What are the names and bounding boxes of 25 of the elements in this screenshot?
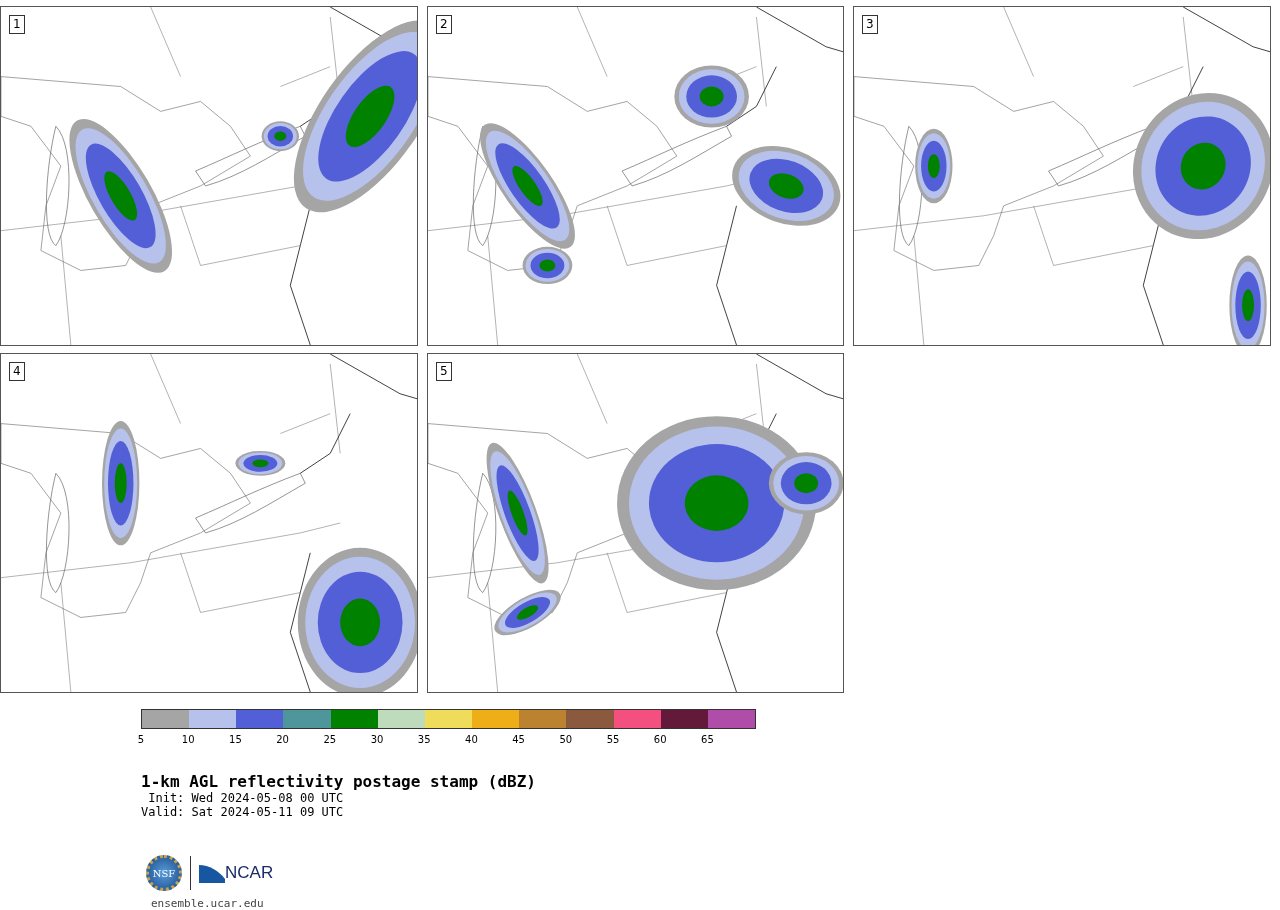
scale-tick-label: 50	[559, 734, 573, 745]
scale-tick-label: 15	[229, 734, 242, 745]
valid-time: Valid: Sat 2024-05-11 09 UTC	[141, 805, 345, 819]
ncar-logo: NCAR	[225, 863, 274, 883]
scale-tick-label: 5	[137, 734, 145, 745]
chart-title: 1-km AGL reflectivity postage stamp (dBZ)	[141, 773, 537, 791]
panel-number: 3	[862, 15, 878, 34]
scale-tick-label: 65	[701, 734, 714, 745]
scale-tick-label: 25	[323, 734, 337, 745]
panel-number: 5	[436, 362, 452, 381]
panel-number: 1	[9, 15, 25, 34]
scale-tick-label: 55	[606, 734, 620, 745]
swoosh-icon	[199, 863, 225, 883]
scale-tick-label: 10	[181, 734, 195, 745]
scale-tick-label: 45	[512, 734, 525, 745]
scale-tick-label: 60	[653, 734, 667, 745]
scale-tick-label: 20	[276, 734, 289, 745]
scale-tick-label: 40	[465, 734, 478, 745]
nsf-logo: NSF	[146, 855, 182, 891]
scale-tick-label: 30	[370, 734, 384, 745]
panel-number: 2	[436, 15, 452, 34]
init-time: Init: Wed 2024-05-08 00 UTC	[147, 791, 345, 805]
site-address: ensemble.ucar.edu	[151, 897, 265, 910]
panel-number: 4	[9, 362, 25, 381]
scale-tick-label: 35	[417, 734, 431, 745]
